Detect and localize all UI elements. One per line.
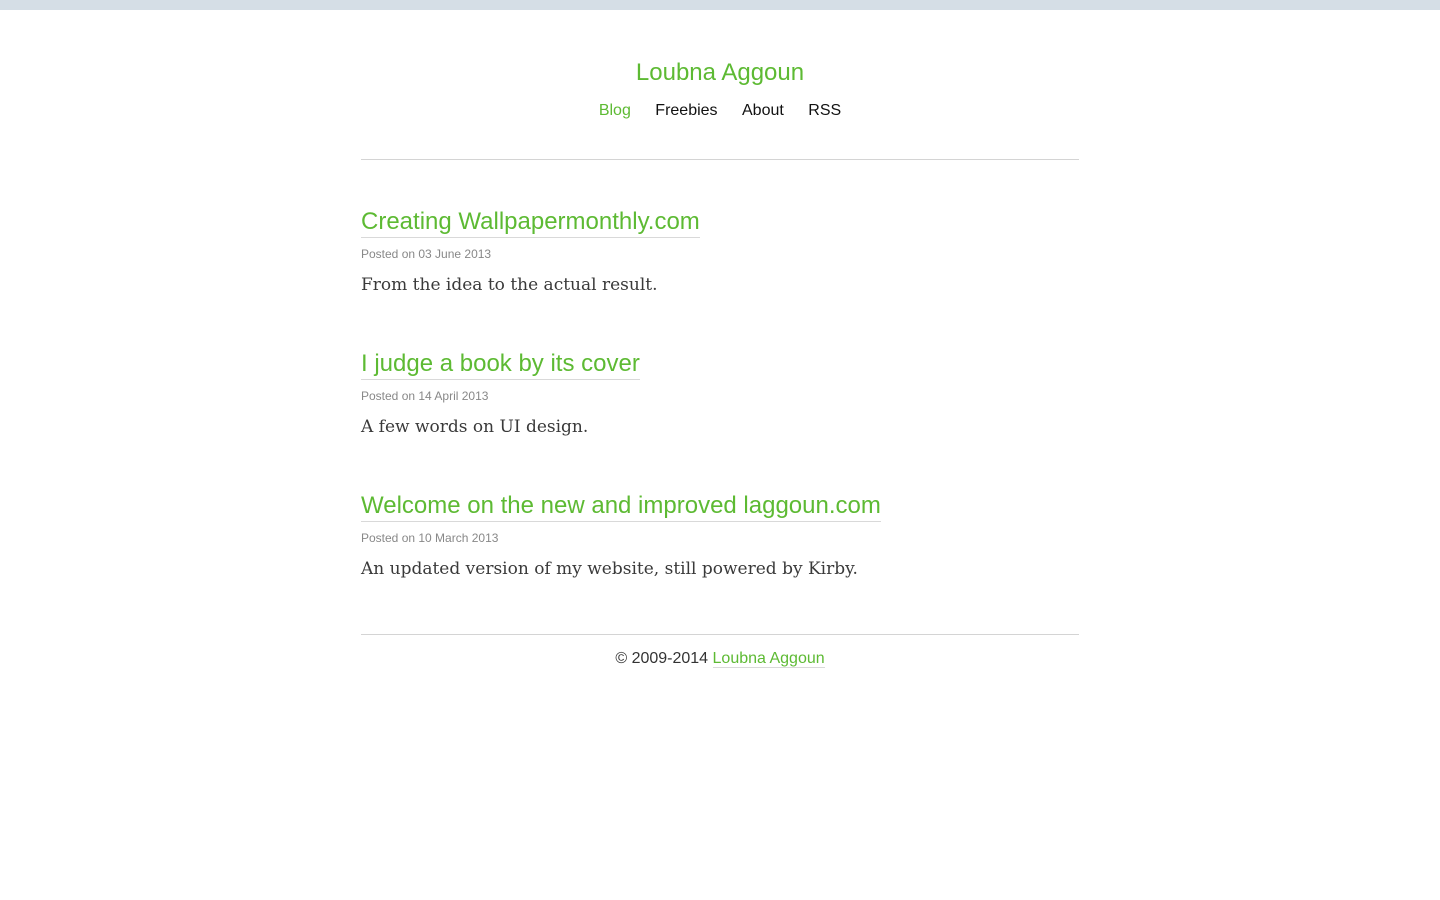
copyright-text: © 2009-2014: [615, 650, 709, 667]
post-title-link[interactable]: Welcome on the new and improved laggoun.…: [361, 492, 881, 522]
post-title-link[interactable]: I judge a book by its cover: [361, 350, 640, 380]
post-date: Posted on 10 March 2013: [361, 531, 499, 545]
nav-item-about[interactable]: About: [742, 101, 784, 121]
post-title-link[interactable]: Creating Wallpapermonthly.com: [361, 208, 700, 238]
post-excerpt: A few words on UI design.: [361, 417, 589, 437]
main-nav: Blog Freebies About RSS: [361, 101, 1079, 121]
post-date: Posted on 14 April 2013: [361, 389, 489, 403]
post-item: Creating Wallpapermonthly.com Posted on …: [361, 208, 1079, 297]
post-excerpt: An updated version of my website, still …: [361, 559, 858, 579]
post-date: Posted on 03 June 2013: [361, 247, 492, 261]
post-item: I judge a book by its cover Posted on 14…: [361, 350, 1079, 439]
site-title-link[interactable]: Loubna Aggoun: [636, 59, 804, 87]
top-bar: [0, 0, 1440, 10]
site-header: Loubna Aggoun Blog Freebies About RSS: [361, 10, 1079, 121]
page-container: Loubna Aggoun Blog Freebies About RSS Cr…: [361, 10, 1079, 669]
nav-item-rss[interactable]: RSS: [808, 101, 841, 121]
nav-item-freebies[interactable]: Freebies: [655, 101, 717, 121]
post-excerpt: From the idea to the actual result.: [361, 275, 658, 295]
post-list: Creating Wallpapermonthly.com Posted on …: [361, 160, 1079, 581]
footer-author-link[interactable]: Loubna Aggoun: [712, 650, 825, 668]
post-item: Welcome on the new and improved laggoun.…: [361, 492, 1079, 581]
nav-item-blog[interactable]: Blog: [599, 101, 631, 121]
site-footer: © 2009-2014 Loubna Aggoun: [361, 635, 1079, 669]
